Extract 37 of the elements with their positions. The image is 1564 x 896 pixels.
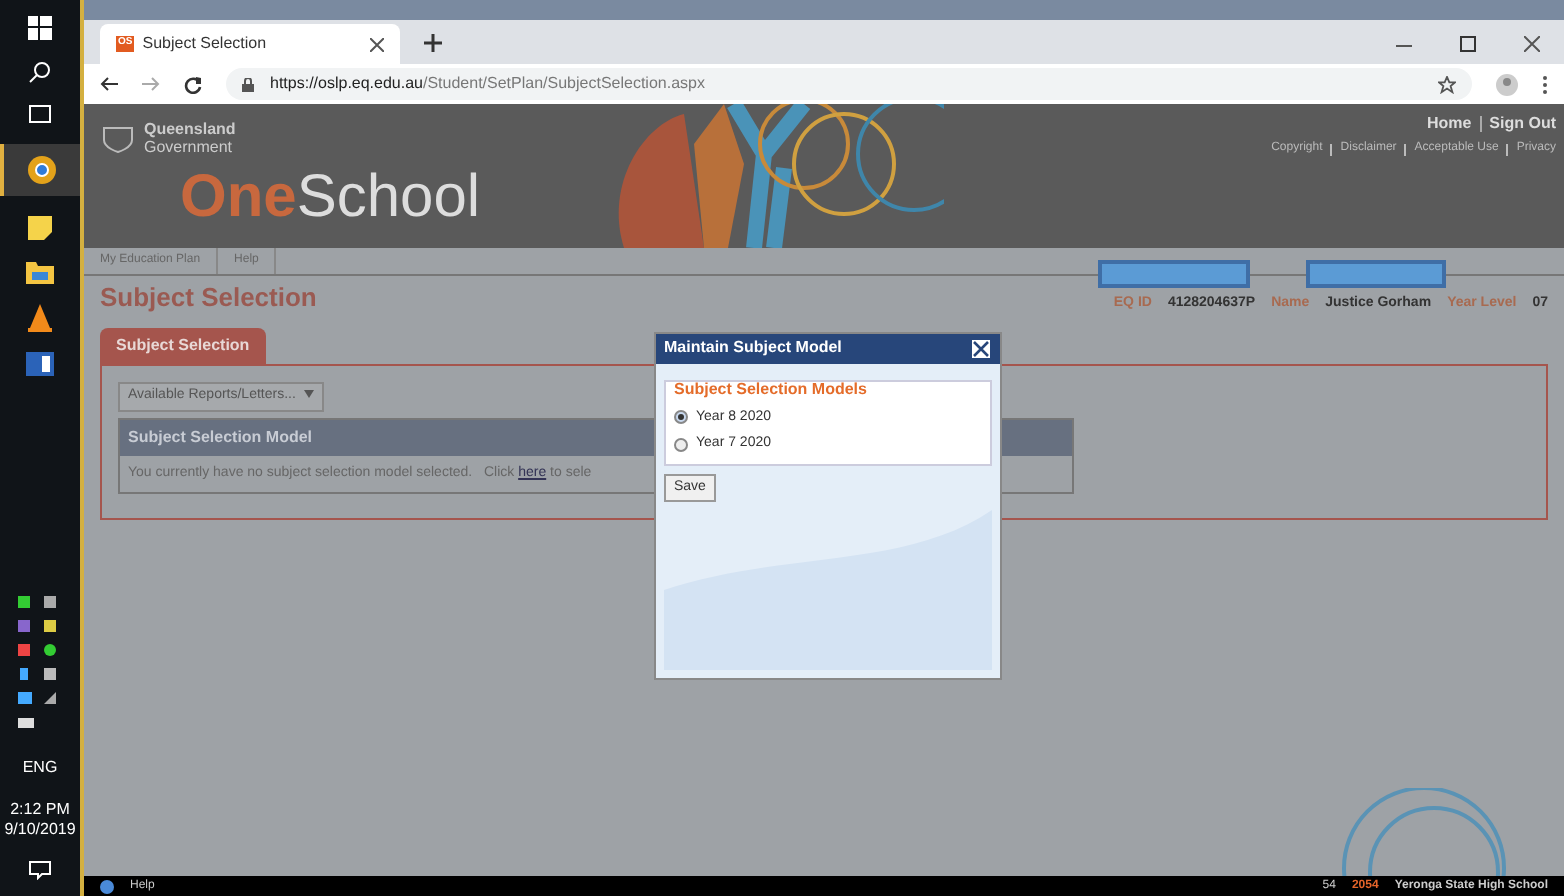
close-icon[interactable] (1524, 36, 1540, 52)
windows-icon[interactable] (28, 16, 52, 40)
address-bar[interactable]: https://oslp.eq.edu.au/Student/SetPlan/SubjectSelection.aspx (226, 68, 1472, 100)
radio-button[interactable] (674, 410, 688, 425)
caret-icon (303, 390, 314, 399)
url-text: https://oslp.eq.edu.au/Student/SetPlan/SubjectSelection.aspx (270, 72, 705, 96)
back-icon[interactable] (100, 76, 118, 92)
lock-icon (242, 77, 254, 91)
clock[interactable]: 2:12 PM 9/10/2019 (4, 800, 76, 840)
notifications-icon[interactable] (28, 860, 52, 880)
modal-title: Maintain Subject Model (664, 336, 844, 361)
star-icon[interactable] (1438, 75, 1456, 93)
header-link[interactable]: Sign Out (1489, 112, 1556, 136)
folder-icon[interactable] (26, 260, 54, 284)
close-icon[interactable] (370, 37, 384, 51)
close-icon[interactable] (970, 337, 992, 360)
search-icon[interactable] (28, 60, 52, 84)
help-icon[interactable] (100, 879, 114, 893)
minimize-icon[interactable] (1396, 44, 1412, 48)
profile-avatar-icon[interactable] (1496, 73, 1518, 95)
government-brand: Queensland Government (144, 120, 236, 156)
tab[interactable]: Subject Selection (100, 328, 266, 364)
new-tab-icon[interactable] (424, 34, 442, 52)
header-link[interactable]: Home (1426, 112, 1472, 136)
cone-icon[interactable] (28, 304, 52, 332)
fieldset-legend: Subject Selection Models (674, 377, 982, 401)
reload-icon[interactable] (184, 75, 202, 93)
oneschool-logo: OneSchool (180, 164, 481, 232)
language-indicator[interactable]: ENG (22, 756, 58, 780)
maximize-icon[interactable] (1460, 36, 1476, 52)
page-title: Subject Selection (100, 280, 317, 317)
sticky-notes-icon[interactable] (28, 216, 52, 240)
redaction-box (1306, 260, 1446, 288)
browser-icon[interactable] (28, 156, 56, 184)
menu-icon[interactable] (1542, 75, 1548, 93)
task-view-icon[interactable] (26, 104, 54, 124)
radio-button[interactable] (674, 437, 688, 452)
